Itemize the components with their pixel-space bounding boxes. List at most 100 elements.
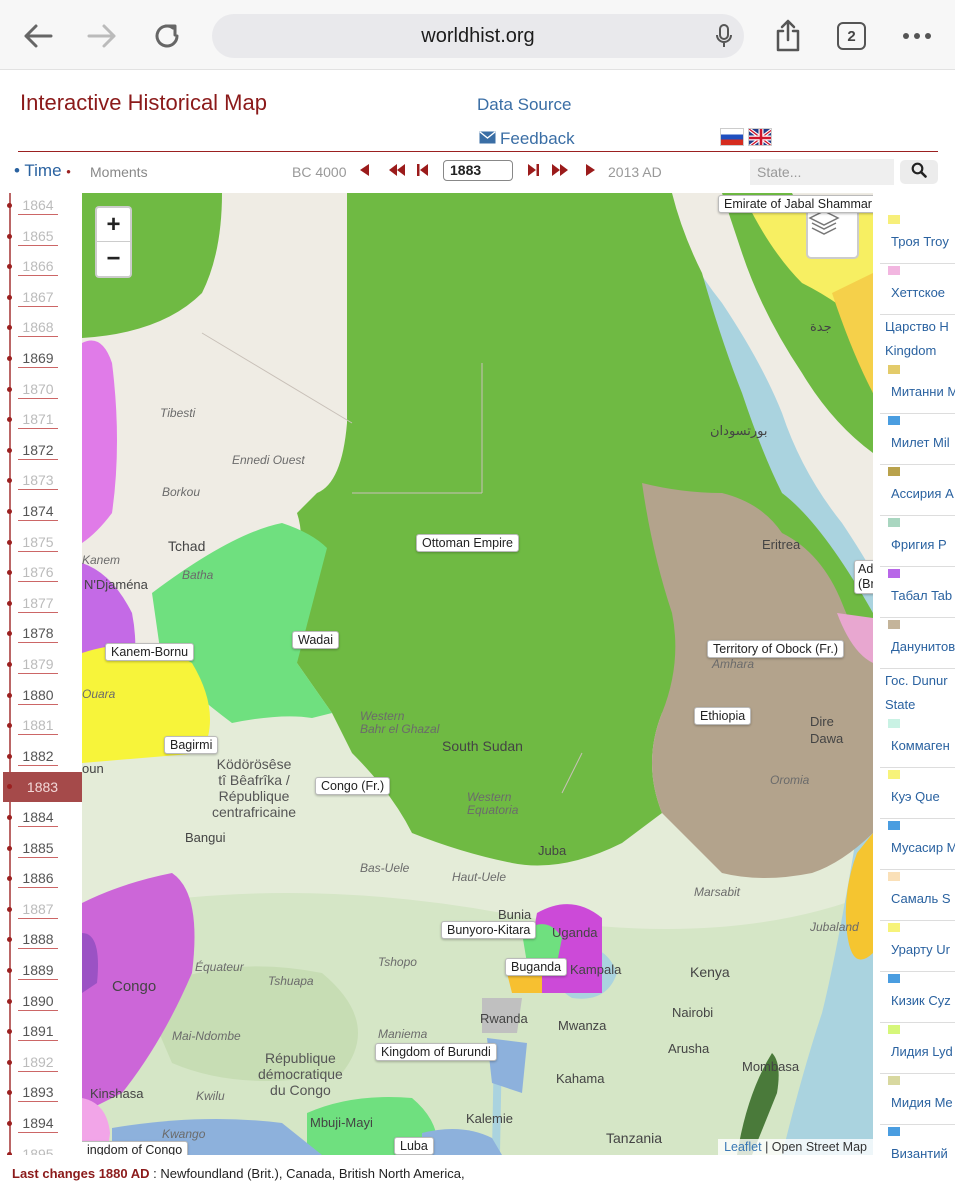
attribution-separator: |	[761, 1140, 772, 1154]
state-label-kingdom-of-burundi[interactable]: Kingdom of Burundi	[375, 1043, 497, 1061]
year-item[interactable]: 1878	[18, 623, 58, 644]
time-tab[interactable]: • Time •	[14, 161, 71, 181]
map[interactable]: + − Tibesti Ennedi Ouest Borkou Tchad Ka…	[82, 193, 873, 1155]
state-label-emirate-jabal-shammar[interactable]: Emirate of Jabal Shammar	[718, 195, 873, 213]
legend-item[interactable]: Урарту Ur	[880, 921, 955, 972]
state-search-input[interactable]: State...	[750, 159, 894, 185]
year-item[interactable]: 1871	[18, 409, 58, 430]
skip-end-icon[interactable]	[527, 163, 540, 180]
legend-item[interactable]: Царство H	[880, 315, 955, 339]
share-icon[interactable]	[766, 14, 810, 58]
url-bar[interactable]: worldhist.org	[212, 14, 744, 58]
back-icon[interactable]	[16, 14, 60, 58]
moments-tab[interactable]: Moments	[90, 164, 148, 180]
year-item[interactable]: 1875	[18, 532, 58, 552]
year-item[interactable]: 1868	[18, 317, 58, 338]
place-label: Mwanza	[558, 1018, 607, 1033]
legend-item[interactable]: Кизик Cyz	[880, 972, 955, 1023]
search-button[interactable]	[900, 160, 938, 184]
year-item[interactable]: 1869	[18, 348, 58, 368]
reload-icon[interactable]	[145, 14, 189, 58]
osm-link[interactable]: Open Street Map	[772, 1140, 867, 1154]
step-forward-icon[interactable]	[585, 163, 597, 180]
legend-item[interactable]: Троя Troy	[880, 213, 955, 264]
step-back-icon[interactable]	[358, 163, 370, 180]
year-item[interactable]: 1865	[18, 226, 58, 246]
forward-icon[interactable]	[80, 14, 124, 58]
year-item[interactable]: 1888	[18, 929, 58, 950]
legend-item[interactable]: Kingdom	[880, 339, 955, 363]
year-item[interactable]: 1881	[18, 715, 58, 736]
state-label-congo-fr[interactable]: Congo (Fr.)	[315, 777, 391, 795]
year-item[interactable]: 1892	[18, 1052, 58, 1072]
legend-item[interactable]: Митанни M	[880, 363, 955, 414]
state-label-wadai[interactable]: Wadai	[292, 631, 339, 649]
state-label-ethiopia[interactable]: Ethiopia	[694, 707, 752, 725]
last-changes-label: Last changes 1880 AD	[12, 1166, 150, 1181]
legend-item[interactable]: Коммаген	[880, 717, 955, 768]
year-item[interactable]: 1864	[18, 195, 58, 215]
state-label-ottoman-empire[interactable]: Ottoman Empire	[416, 534, 520, 552]
legend-item[interactable]: Мусасир M	[880, 819, 955, 870]
year-item[interactable]: 1880	[18, 685, 58, 705]
year-item[interactable]: 1870	[18, 379, 58, 399]
state-label-kingdom-of-congo[interactable]: ingdom of Congo	[82, 1141, 189, 1155]
fast-back-icon[interactable]	[388, 163, 406, 180]
zoom-in-button[interactable]: +	[97, 208, 130, 242]
year-item[interactable]: 1877	[18, 593, 58, 613]
legend-item[interactable]: Данунитов	[880, 618, 955, 669]
skip-start-icon[interactable]	[416, 163, 429, 180]
feedback-link[interactable]: Feedback	[479, 129, 575, 149]
state-label-aden[interactable]: Ad (Br	[854, 560, 873, 594]
legend-item[interactable]: Хеттское	[880, 264, 955, 315]
year-tick	[7, 1151, 12, 1155]
data-source-link[interactable]: Data Source	[477, 95, 572, 115]
state-label-buganda[interactable]: Buganda	[505, 958, 568, 976]
year-item[interactable]: 1874	[18, 501, 58, 521]
russian-flag-icon[interactable]	[720, 128, 744, 146]
microphone-icon[interactable]	[714, 23, 734, 55]
legend-item[interactable]: Самаль S	[880, 870, 955, 921]
year-item-selected[interactable]: 1883	[3, 772, 82, 803]
legend-item[interactable]: Табал Tab	[880, 567, 955, 618]
zoom-out-button[interactable]: −	[97, 242, 130, 276]
uk-flag-icon[interactable]	[748, 128, 772, 146]
state-label-obock[interactable]: Territory of Obock (Fr.)	[707, 640, 845, 658]
year-item[interactable]: 1879	[18, 654, 58, 674]
state-label-bagirmi[interactable]: Bagirmi	[164, 736, 219, 754]
legend-item[interactable]: Византий	[880, 1125, 955, 1163]
layers-button[interactable]	[806, 206, 859, 259]
year-item[interactable]: 1889	[18, 960, 58, 980]
legend-item[interactable]: Куэ Que	[880, 768, 955, 819]
year-item[interactable]: 1882	[18, 746, 58, 766]
tabs-button[interactable]: 2	[837, 22, 866, 50]
fast-forward-icon[interactable]	[551, 163, 569, 180]
year-input[interactable]: 1883	[443, 160, 513, 181]
legend-item[interactable]: Фригия P	[880, 516, 955, 567]
year-item[interactable]: 1866	[18, 256, 58, 277]
legend-item[interactable]: Мидия Me	[880, 1074, 955, 1125]
year-item[interactable]: 1872	[18, 440, 58, 460]
year-item[interactable]: 1886	[18, 868, 58, 889]
year-item[interactable]: 1884	[18, 807, 58, 827]
year-item[interactable]: 1873	[18, 470, 58, 491]
year-item[interactable]: 1895	[18, 1144, 58, 1155]
state-label-luba[interactable]: Luba	[394, 1137, 434, 1155]
more-icon[interactable]	[895, 14, 939, 58]
year-item[interactable]: 1891	[18, 1021, 58, 1042]
legend-item[interactable]: Гос. Dunur	[880, 669, 955, 693]
year-item[interactable]: 1867	[18, 287, 58, 307]
leaflet-link[interactable]: Leaflet	[724, 1140, 762, 1154]
legend-item[interactable]: State	[880, 693, 955, 717]
legend-item[interactable]: Ассирия A	[880, 465, 955, 516]
state-label-bunyoro-kitara[interactable]: Bunyoro-Kitara	[441, 921, 537, 939]
year-item[interactable]: 1885	[18, 838, 58, 858]
legend-item[interactable]: Милет Mil	[880, 414, 955, 465]
year-item[interactable]: 1876	[18, 562, 58, 583]
year-item[interactable]: 1890	[18, 991, 58, 1011]
year-item[interactable]: 1893	[18, 1082, 58, 1103]
year-item[interactable]: 1894	[18, 1113, 58, 1133]
legend-item[interactable]: Лидия Lyd	[880, 1023, 955, 1074]
year-item[interactable]: 1887	[18, 899, 58, 919]
state-label-kanem-bornu[interactable]: Kanem-Bornu	[105, 643, 195, 661]
